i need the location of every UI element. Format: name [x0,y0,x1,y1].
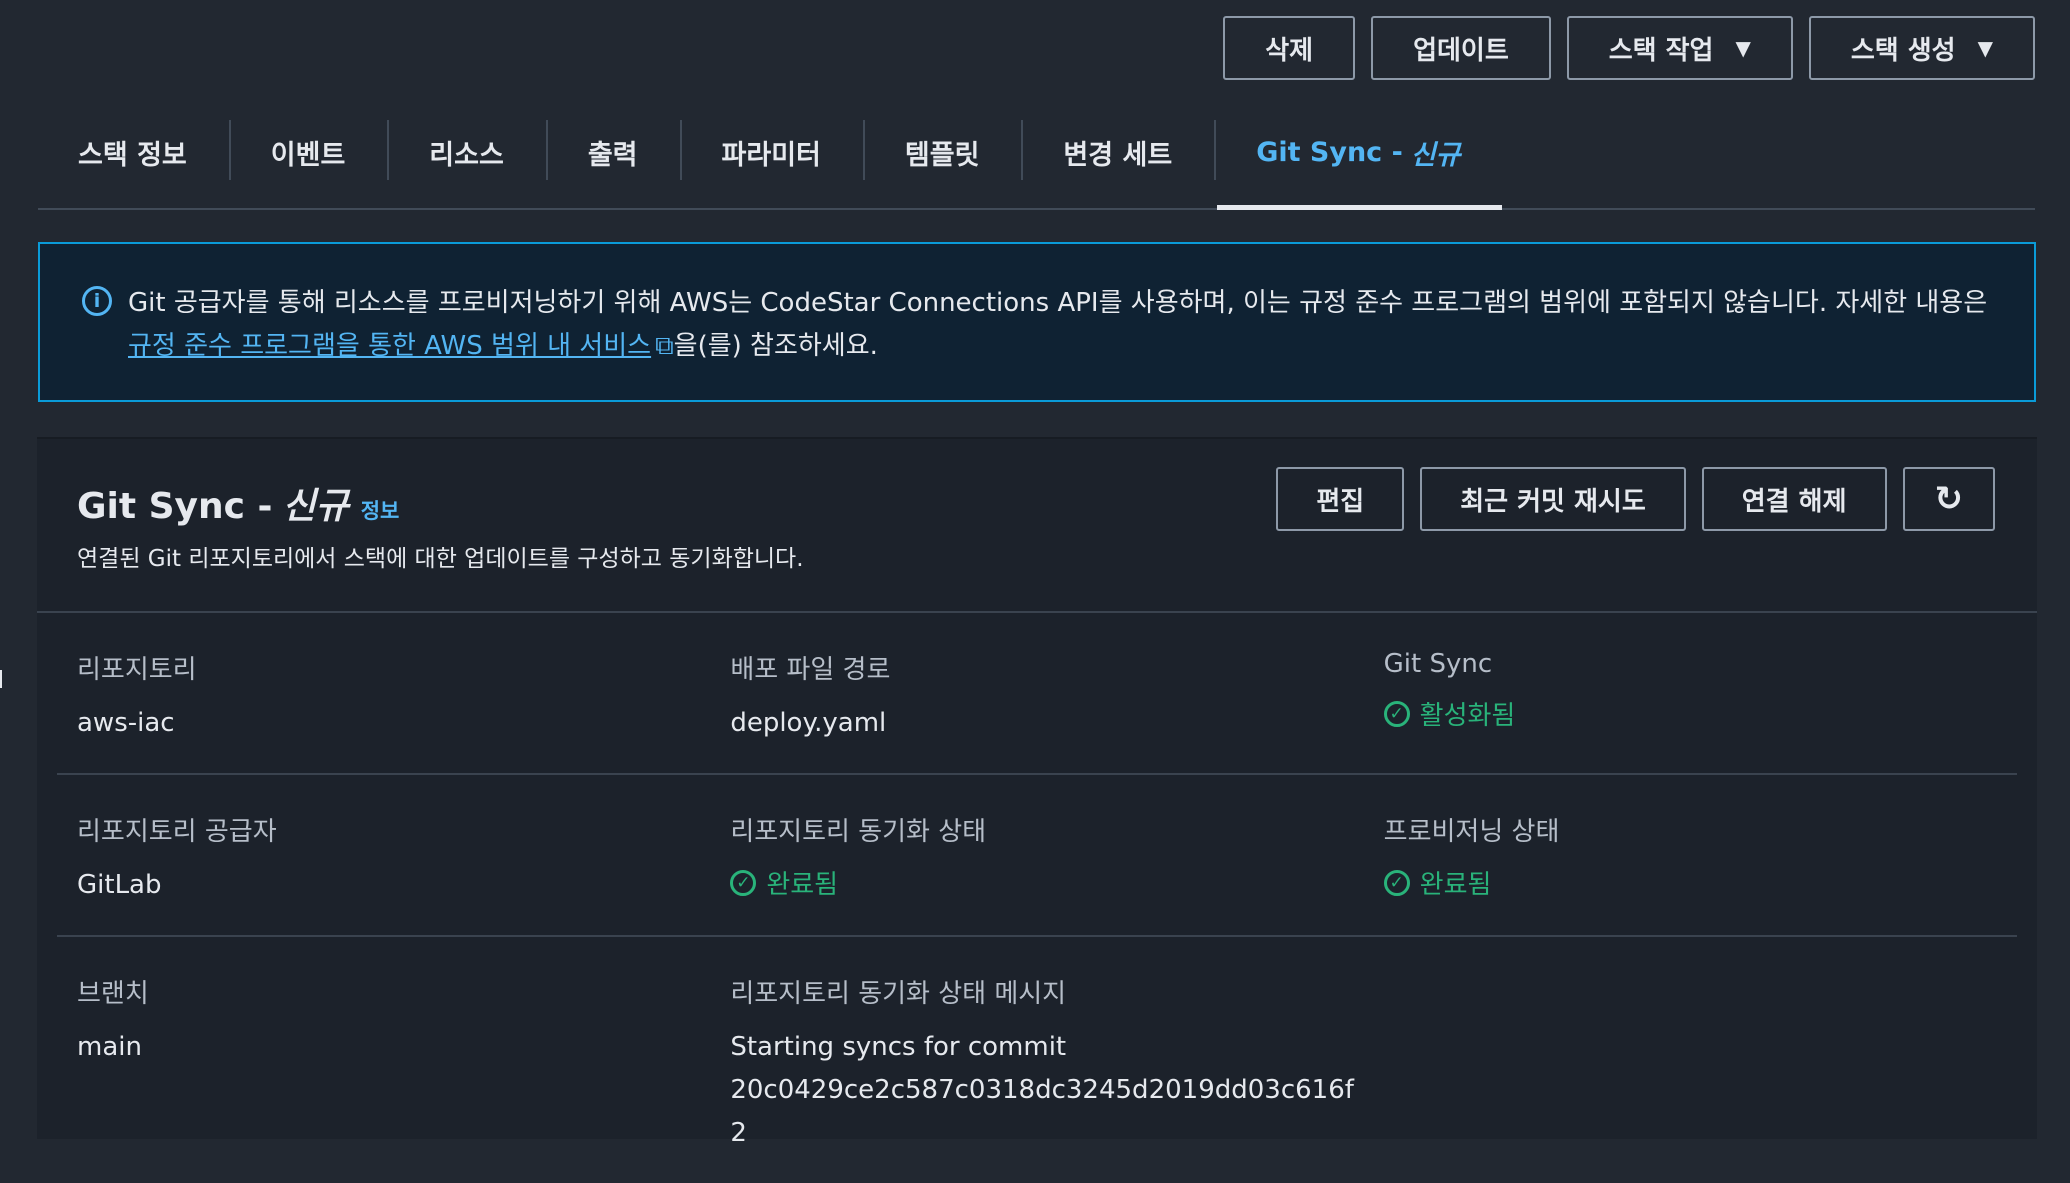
tab-label: 파라미터 [721,139,821,171]
panel-title: Git Sync - 신규 정보 [77,477,399,529]
info-link[interactable]: 정보 [361,499,400,523]
panel-title-text: Git Sync - [77,486,273,527]
details-row: 브랜치 main 리포지토리 동기화 상태 메시지 Starting syncs… [57,937,2017,1183]
details-grid: 리포지토리 aws-iac 배포 파일 경로 deploy.yaml Git S… [57,613,2017,1183]
tab-label: 템플릿 [904,139,980,171]
disconnect-label: 연결 해제 [1741,486,1847,517]
sync-message-line: Starting syncs for commit [730,1032,1067,1062]
repo-sync-status-cell: 리포지토리 동기화 상태 ✓ 완료됨 [710,811,1363,907]
deploy-file-label: 배포 파일 경로 [730,655,891,685]
delete-button[interactable]: 삭제 [1223,16,1356,80]
provisioning-status-value: 완료됨 [1419,870,1492,900]
branch-cell: 브랜치 main [57,973,710,1155]
branch-value: main [77,1032,142,1062]
edit-button[interactable]: 편집 [1276,467,1405,531]
tab-label: 리소스 [429,139,504,171]
empty-cell [1364,973,2017,1155]
refresh-icon: ↻ [1934,479,1964,519]
tab-parameters[interactable]: 파라미터 [679,108,863,196]
repository-label: 리포지토리 [77,655,197,685]
tab-label: 이벤트 [270,139,346,171]
repository-value: aws-iac [77,708,175,738]
stack-actions-label: 스택 작업 [1608,35,1714,66]
provisioning-status-label: 프로비저닝 상태 [1383,817,1560,847]
sync-message-label: 리포지토리 동기화 상태 메시지 [730,979,1067,1009]
new-badge: 신규 [1410,139,1461,171]
success-check-icon: ✓ [730,869,757,896]
tab-git-sync[interactable]: Git Sync - 신규 [1214,108,1503,210]
git-sync-panel: Git Sync - 신규 정보 연결된 Git 리포지토리에서 스택에 대한 업데… [37,437,2037,1148]
panel-header: Git Sync - 신규 정보 연결된 Git 리포지토리에서 스택에 대한 업데… [37,439,2037,613]
retry-label: 최근 커밋 재시도 [1460,486,1646,517]
tab-label: 변경 세트 [1063,139,1173,171]
provisioning-status: ✓ 완료됨 [1383,864,2017,901]
update-label: 업데이트 [1413,35,1509,66]
sync-message-cell: 리포지토리 동기화 상태 메시지 Starting syncs for comm… [710,973,1363,1155]
panel-description: 연결된 Git 리포지토리에서 스택에 대한 업데이트를 구성하고 동기화합니다… [77,546,804,572]
sync-message-line: 2 [730,1118,747,1148]
alert-text: Git 공급자를 통해 리소스를 프로비저닝하기 위해 AWS는 CodeSta… [128,288,1988,318]
success-check-icon: ✓ [1383,700,1410,727]
caret-down-icon: ▼ [1735,36,1751,60]
retry-last-commit-button[interactable]: 최근 커밋 재시도 [1420,467,1686,531]
repo-sync-status-value: 완료됨 [766,870,839,900]
tab-events[interactable]: 이벤트 [228,108,388,196]
git-sync-status: ✓ 활성화됨 [1383,695,2017,732]
caret-down-icon: ▼ [1977,36,1993,60]
sync-message-value: Starting syncs for commit 20c0429ce2c587… [730,1026,1363,1155]
tab-label: Git Sync - [1256,136,1403,168]
git-sync-value: 활성화됨 [1419,701,1516,731]
details-row: 리포지토리 공급자 GitLab 리포지토리 동기화 상태 ✓ 완료됨 프로비저닝… [57,775,2017,937]
repo-sync-status-label: 리포지토리 동기화 상태 [730,817,987,847]
tab-label: 출력 [587,139,638,171]
git-sync-cell: Git Sync ✓ 활성화됨 [1364,649,2017,745]
alert-message: Git 공급자를 통해 리소스를 프로비저닝하기 위해 AWS는 CodeSta… [128,282,1987,400]
tab-label: 스택 정보 [78,139,187,171]
tab-template[interactable]: 템플릿 [862,108,1022,196]
tab-change-sets[interactable]: 변경 세트 [1021,108,1214,196]
git-sync-label: Git Sync [1383,649,1493,679]
stack-actions-dropdown[interactable]: 스택 작업 ▼ [1566,16,1793,80]
success-check-icon: ✓ [1383,869,1410,896]
panel-actions: 편집 최근 커밋 재시도 연결 해제 ↻ [1276,467,1995,531]
info-icon: i [82,286,112,316]
refresh-button[interactable]: ↻ [1902,467,1995,531]
provider-label: 리포지토리 공급자 [77,817,277,847]
details-row: 리포지토리 aws-iac 배포 파일 경로 deploy.yaml Git S… [57,613,2017,775]
window-edge-mark [0,670,2,688]
provisioning-status-cell: 프로비저닝 상태 ✓ 완료됨 [1364,811,2017,907]
tab-outputs[interactable]: 출력 [545,108,680,196]
tab-stack-info[interactable]: 스택 정보 [38,108,229,196]
tab-resources[interactable]: 리소스 [387,108,546,196]
sync-message-line: 20c0429ce2c587c0318dc3245d2019dd03c616f [730,1075,1354,1105]
alert-suffix: 을(를) 참조하세요. [673,331,878,361]
info-alert: i Git 공급자를 통해 리소스를 프로비저닝하기 위해 AWS는 CodeS… [38,242,2036,402]
update-button[interactable]: 업데이트 [1371,16,1551,80]
provider-cell: 리포지토리 공급자 GitLab [57,811,710,907]
branch-label: 브랜치 [77,979,149,1009]
deploy-file-value: deploy.yaml [730,708,887,738]
repo-sync-status: ✓ 완료됨 [730,864,1363,901]
create-stack-label: 스택 생성 [1850,35,1956,66]
stack-actions-bar: 삭제 업데이트 스택 작업 ▼ 스택 생성 ▼ [1223,16,2035,80]
external-link-icon[interactable]: ⧉ [655,331,674,361]
provider-value: GitLab [77,870,162,900]
stack-tabs: 스택 정보 이벤트 리소스 출력 파라미터 템플릿 변경 세트 Git Sync… [38,108,2035,210]
delete-label: 삭제 [1265,35,1314,66]
new-badge: 신규 [282,486,349,527]
disconnect-button[interactable]: 연결 해제 [1701,467,1887,531]
deploy-file-cell: 배포 파일 경로 deploy.yaml [710,649,1363,745]
compliance-services-link[interactable]: 규정 준수 프로그램을 통한 AWS 범위 내 서비스 [128,331,651,361]
repository-cell: 리포지토리 aws-iac [57,649,710,745]
edit-label: 편집 [1316,486,1365,517]
create-stack-dropdown[interactable]: 스택 생성 ▼ [1808,16,2035,80]
